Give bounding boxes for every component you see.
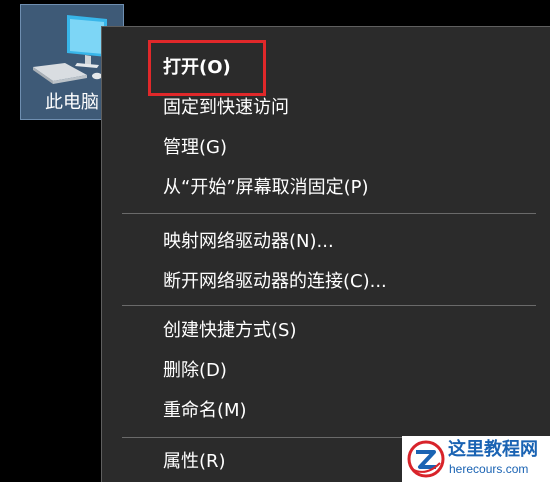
menu-item-rename[interactable]: 重命名(M) — [102, 391, 550, 431]
desktop: 此电脑 打开(O) 固定到快速访问 管理(G) 从“开始”屏幕取消固定(P) 映… — [0, 0, 550, 482]
site-logo-icon — [407, 440, 445, 478]
menu-item-manage[interactable]: 管理(G) — [102, 128, 550, 168]
menu-item-unpin-start[interactable]: 从“开始”屏幕取消固定(P) — [102, 168, 550, 208]
menu-separator — [122, 305, 536, 306]
watermark: 这里教程网 herecours.com — [402, 436, 550, 482]
menu-item-disconnect-network-drive[interactable]: 断开网络驱动器的连接(C)... — [102, 262, 550, 302]
watermark-title: 这里教程网 — [448, 439, 538, 460]
highlight-box — [148, 40, 266, 96]
menu-item-map-network-drive[interactable]: 映射网络驱动器(N)... — [102, 222, 550, 262]
menu-item-create-shortcut[interactable]: 创建快捷方式(S) — [102, 311, 550, 351]
menu-separator — [122, 213, 536, 214]
menu-item-delete[interactable]: 删除(D) — [102, 351, 550, 391]
watermark-url: herecours.com — [449, 462, 529, 476]
